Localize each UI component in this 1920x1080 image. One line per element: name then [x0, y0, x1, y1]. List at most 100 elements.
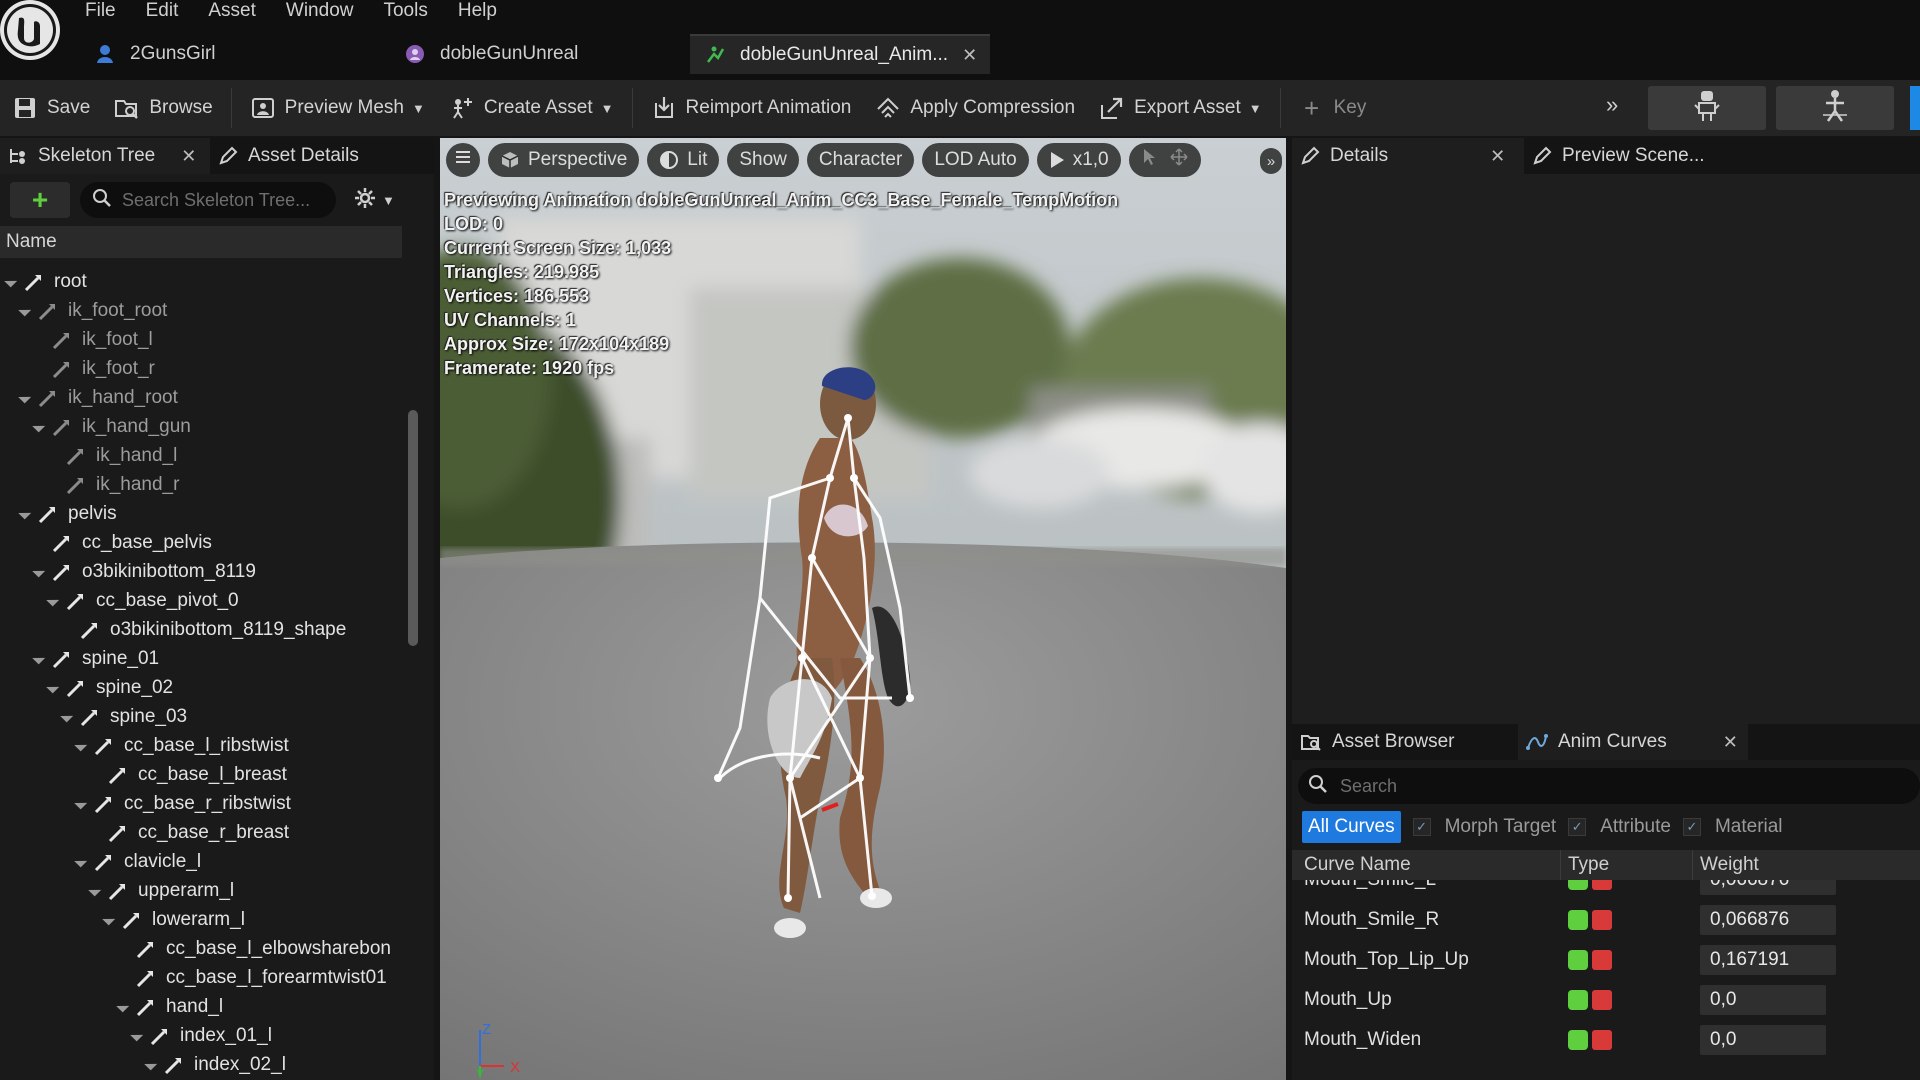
- tree-row[interactable]: o3bikinibottom_8119_shape: [62, 616, 346, 644]
- tree-row[interactable]: ik_foot_l: [34, 326, 153, 354]
- material-curve-icon[interactable]: [1592, 1030, 1612, 1050]
- expand-arrow-icon[interactable]: ◢: [73, 794, 93, 814]
- expand-arrow-icon[interactable]: ◢: [45, 678, 65, 698]
- tree-scrollbar[interactable]: [408, 410, 418, 646]
- material-curve-icon[interactable]: [1592, 880, 1612, 890]
- tab-details[interactable]: Details ✕: [1292, 138, 1524, 174]
- viewport-menu-button[interactable]: [446, 143, 480, 177]
- toolbar-overflow-icon[interactable]: »: [1606, 92, 1618, 118]
- curve-weight-field[interactable]: 0,066876: [1700, 880, 1836, 895]
- checkbox-icon[interactable]: ✓: [1682, 818, 1701, 836]
- skeleton-mode-button[interactable]: [1648, 86, 1766, 130]
- unreal-logo-icon[interactable]: [0, 0, 60, 60]
- tree-row[interactable]: ◢ cc_base_pivot_0: [45, 587, 239, 615]
- expand-arrow-icon[interactable]: ◢: [73, 852, 93, 872]
- animation-mode-button[interactable]: [1776, 86, 1894, 130]
- skeleton-search-input[interactable]: [122, 189, 322, 211]
- tab-anim-curves[interactable]: Anim Curves ✕: [1518, 724, 1748, 760]
- preview-mesh-dropdown[interactable]: Preview Mesh ▼: [238, 86, 437, 130]
- curve-weight-field[interactable]: 0,0: [1700, 1025, 1826, 1055]
- tree-row[interactable]: cc_base_l_forearmtwist01: [118, 964, 387, 992]
- column-divider[interactable]: [1560, 850, 1561, 880]
- tree-row[interactable]: ◢ lowerarm_l: [101, 906, 245, 934]
- morph-target-icon[interactable]: [1568, 990, 1588, 1010]
- checkbox-icon[interactable]: ✓: [1568, 818, 1587, 836]
- create-asset-dropdown[interactable]: Create Asset ▼: [437, 86, 626, 130]
- browse-button[interactable]: Browse: [102, 86, 224, 130]
- material-filter[interactable]: ✓ Material: [1682, 816, 1783, 838]
- tree-row[interactable]: ◢ ik_hand_root: [17, 384, 178, 412]
- tree-row[interactable]: ◢ o3bikinibottom_8119: [31, 558, 256, 586]
- morph-target-icon[interactable]: [1568, 910, 1588, 930]
- col-type[interactable]: Type: [1568, 854, 1609, 876]
- tree-settings-button[interactable]: ▼: [354, 187, 395, 214]
- curve-search-box[interactable]: [1298, 768, 1920, 804]
- perspective-button[interactable]: Perspective: [488, 143, 640, 177]
- expand-arrow-icon[interactable]: ◢: [87, 881, 107, 901]
- expand-arrow-icon[interactable]: ◢: [59, 707, 79, 727]
- expand-arrow-icon[interactable]: ◢: [31, 649, 51, 669]
- menu-asset[interactable]: Asset: [193, 0, 271, 22]
- column-divider[interactable]: [1692, 850, 1693, 880]
- checkbox-icon[interactable]: ✓: [1412, 818, 1431, 836]
- tree-row[interactable]: ik_hand_l: [48, 442, 177, 470]
- apply-compression-button[interactable]: Apply Compression: [863, 86, 1087, 130]
- material-curve-icon[interactable]: [1592, 910, 1612, 930]
- show-button[interactable]: Show: [727, 143, 799, 177]
- expand-arrow-icon[interactable]: ◢: [31, 562, 51, 582]
- close-icon[interactable]: ✕: [1723, 732, 1738, 753]
- move-icon[interactable]: [1170, 148, 1188, 172]
- export-asset-dropdown[interactable]: Export Asset ▼: [1087, 86, 1274, 130]
- tree-row[interactable]: ◢ root: [3, 268, 87, 296]
- expand-arrow-icon[interactable]: ◢: [17, 301, 37, 321]
- morph-target-icon[interactable]: [1568, 950, 1588, 970]
- lod-button[interactable]: LOD Auto: [922, 143, 1029, 177]
- tab-2gunsgirl[interactable]: 2GunsGirl: [80, 34, 390, 74]
- col-curve-name[interactable]: Curve Name: [1304, 854, 1411, 876]
- tree-row[interactable]: ◢ spine_02: [45, 674, 173, 702]
- tree-row[interactable]: ◢ spine_03: [59, 703, 187, 731]
- tree-row[interactable]: ◢ spine_01: [31, 645, 159, 673]
- curve-row[interactable]: Mouth_Top_Lip_Up 0,167191: [1292, 940, 1920, 980]
- tree-row[interactable]: ik_foot_r: [34, 355, 155, 383]
- tree-row[interactable]: ◢ hand_l: [115, 993, 223, 1021]
- select-arrow-icon[interactable]: [1142, 148, 1156, 172]
- expand-arrow-icon[interactable]: ◢: [73, 736, 93, 756]
- menu-help[interactable]: Help: [443, 0, 512, 22]
- character-button[interactable]: Character: [806, 143, 915, 177]
- tree-row[interactable]: ◢ pelvis: [17, 500, 116, 528]
- tree-row[interactable]: ◢ ik_hand_gun: [31, 413, 191, 441]
- viewport-more-icon[interactable]: »: [1260, 148, 1282, 174]
- playback-speed-button[interactable]: x1,0: [1036, 143, 1121, 177]
- tab-doblegununreal[interactable]: dobleGunUnreal: [390, 34, 690, 74]
- morph-target-icon[interactable]: [1568, 880, 1588, 890]
- lit-button[interactable]: Lit: [647, 143, 720, 177]
- preview-viewport[interactable]: Perspective Lit Show Character LOD Auto …: [440, 138, 1286, 1080]
- tab-asset-browser[interactable]: Asset Browser: [1292, 724, 1518, 760]
- menu-tools[interactable]: Tools: [368, 0, 442, 22]
- expand-arrow-icon[interactable]: ◢: [17, 504, 37, 524]
- expand-arrow-icon[interactable]: ◢: [129, 1026, 149, 1046]
- expand-arrow-icon[interactable]: ◢: [3, 272, 23, 292]
- curve-row[interactable]: Mouth_Up 0,0: [1292, 980, 1920, 1020]
- add-key-button[interactable]: + Key: [1287, 86, 1379, 130]
- skeleton-search-box[interactable]: [80, 182, 336, 218]
- col-weight[interactable]: Weight: [1700, 854, 1759, 876]
- add-socket-button[interactable]: +: [10, 182, 70, 218]
- tree-row[interactable]: ik_hand_r: [48, 471, 179, 499]
- menu-file[interactable]: File: [70, 0, 131, 22]
- tree-row[interactable]: ◢ ik_foot_root: [17, 297, 167, 325]
- reimport-animation-button[interactable]: Reimport Animation: [639, 86, 864, 130]
- morph-target-filter[interactable]: ✓ Morph Target: [1412, 816, 1556, 838]
- expand-arrow-icon[interactable]: ◢: [45, 591, 65, 611]
- expand-arrow-icon[interactable]: ◢: [17, 388, 37, 408]
- close-icon[interactable]: ✕: [1490, 146, 1505, 167]
- close-icon[interactable]: ✕: [962, 45, 977, 66]
- close-icon[interactable]: ✕: [181, 146, 196, 167]
- tree-row[interactable]: ◢ cc_base_r_ribstwist: [73, 790, 291, 818]
- morph-target-icon[interactable]: [1568, 1030, 1588, 1050]
- menu-window[interactable]: Window: [271, 0, 369, 22]
- tab-animation-active[interactable]: dobleGunUnreal_Anim... ✕: [690, 34, 990, 74]
- tree-row[interactable]: ◢ index_02_l: [143, 1051, 286, 1079]
- tree-row[interactable]: cc_base_r_breast: [90, 819, 289, 847]
